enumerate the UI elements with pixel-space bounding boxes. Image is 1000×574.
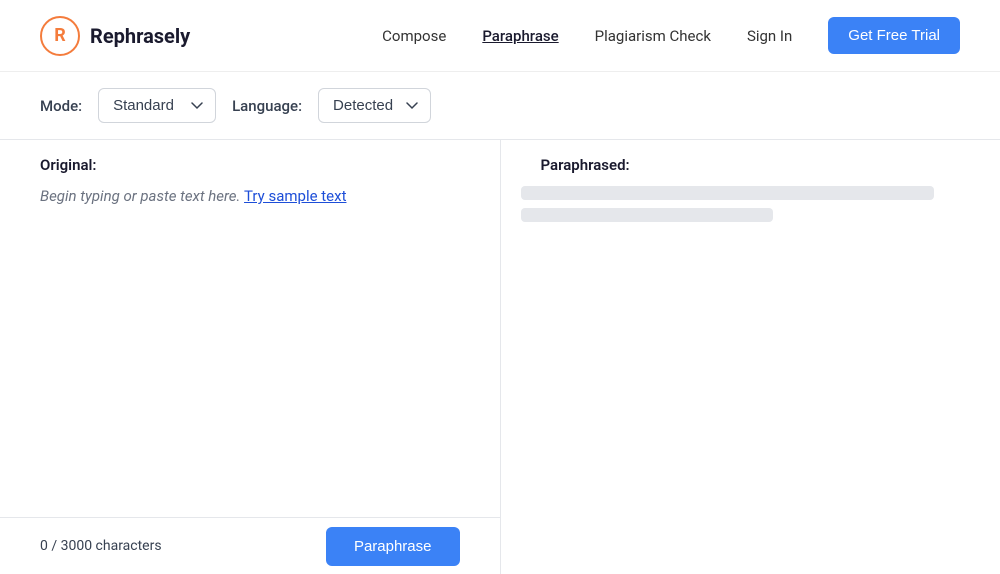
skeleton-placeholder [501, 186, 1000, 230]
original-text-area[interactable]: Begin typing or paste text here. Try sam… [0, 182, 500, 574]
logo-area: R Rephrasely [40, 16, 190, 56]
bottom-bar: 0 / 3000 characters Paraphrase [0, 517, 500, 574]
sample-text-link[interactable]: Try sample text [244, 187, 346, 205]
mode-select[interactable]: Standard Fluency Simple Creative Formal … [98, 88, 216, 123]
right-pane: Paraphrased: [501, 140, 1000, 574]
skeleton-line-1 [521, 186, 935, 200]
char-count: 0 / 3000 characters [40, 538, 162, 554]
paraphrased-header: Paraphrased: [501, 140, 1000, 182]
main-content: Original: Begin typing or paste text her… [0, 140, 1000, 574]
main-nav: Compose Paraphrase Plagiarism Check Sign… [382, 17, 960, 54]
nav-compose[interactable]: Compose [382, 27, 446, 45]
free-trial-button[interactable]: Get Free Trial [828, 17, 960, 54]
original-header: Original: [0, 140, 500, 182]
logo-icon: R [40, 16, 80, 56]
paraphrase-button[interactable]: Paraphrase [326, 527, 460, 566]
skeleton-line-2 [521, 208, 774, 222]
language-select[interactable]: Detected English Spanish French German [318, 88, 431, 123]
mode-label: Mode: [40, 97, 82, 115]
logo-name: Rephrasely [90, 24, 190, 48]
header: R Rephrasely Compose Paraphrase Plagiari… [0, 0, 1000, 72]
nav-plagiarism-check[interactable]: Plagiarism Check [595, 27, 711, 45]
left-pane: Original: Begin typing or paste text her… [0, 140, 501, 574]
placeholder-text: Begin typing or paste text here. Try sam… [40, 187, 346, 205]
nav-sign-in[interactable]: Sign In [747, 27, 792, 45]
toolbar: Mode: Standard Fluency Simple Creative F… [0, 72, 1000, 140]
language-label: Language: [232, 97, 302, 115]
nav-paraphrase[interactable]: Paraphrase [482, 27, 558, 45]
